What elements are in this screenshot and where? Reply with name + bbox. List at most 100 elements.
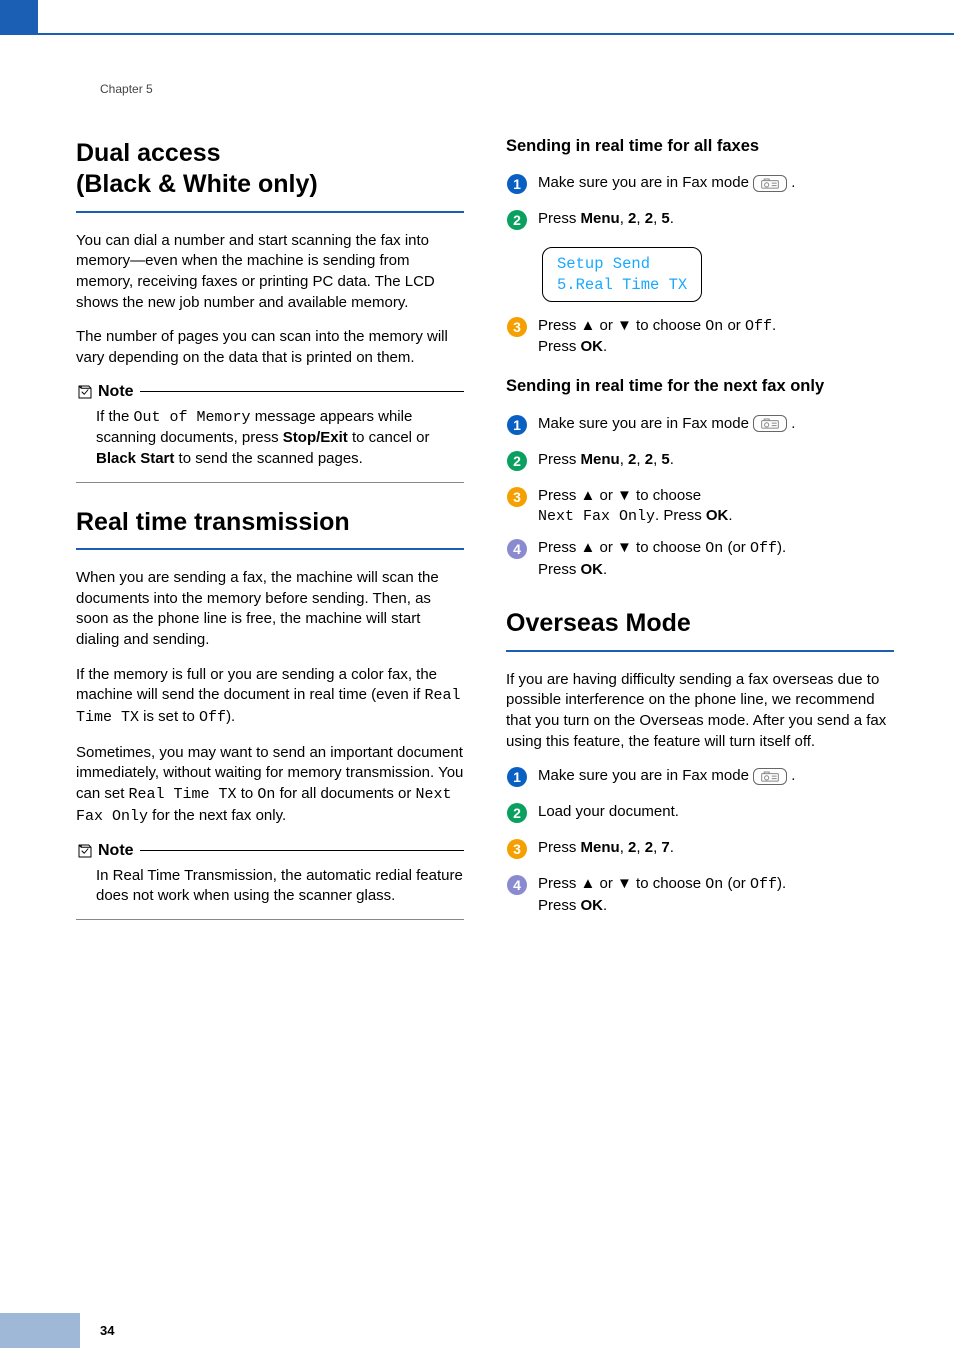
- step-b4: 4 Press ▲ or ▼ to choose On (or Off).Pre…: [506, 538, 894, 580]
- step-3: 3 Press ▲ or ▼ to choose On or Off.Press…: [506, 316, 894, 358]
- note-icon: [76, 383, 94, 401]
- step-b3: 3 Press ▲ or ▼ to choose Next Fax Only. …: [506, 486, 894, 528]
- step-marker-3: 3: [506, 486, 528, 528]
- rt-p2-a: If the memory is full or you are sending…: [76, 666, 437, 704]
- step-2: 2 Press Menu, 2, 2, 5.: [506, 209, 894, 235]
- step-b2: 2 Press Menu, 2, 2, 5.: [506, 450, 894, 476]
- step-marker-2: 2: [506, 209, 528, 235]
- note-out-of-memory: Note If the Out of Memory message appear…: [76, 383, 464, 483]
- page-number: 34: [100, 1323, 114, 1338]
- step-b1: 1 Make sure you are in Fax mode .: [506, 414, 894, 440]
- s2-4mid: (or: [723, 539, 750, 556]
- note-text3: to cancel or: [348, 429, 430, 446]
- bottom-accent-bar: [0, 1313, 80, 1348]
- note-bold2: Black Start: [96, 450, 174, 467]
- svg-text:1: 1: [513, 417, 521, 433]
- rt-p2-c: ).: [226, 708, 235, 725]
- svg-text:3: 3: [513, 319, 521, 335]
- note-text: If the: [96, 408, 134, 425]
- rt-p3-m1: Real Time TX: [129, 786, 237, 803]
- s3-4end: .: [603, 897, 607, 914]
- s1-3a: Press ▲ or ▼ to choose: [538, 317, 705, 334]
- s3-1-text: Make sure you are in Fax mode: [538, 767, 753, 784]
- note-text4: to send the scanned pages.: [174, 450, 362, 467]
- chapter-label: Chapter 5: [100, 82, 153, 96]
- realtime-para2: If the memory is full or you are sending…: [76, 665, 464, 729]
- step-c2: 2 Load your document.: [506, 802, 894, 828]
- svg-text:4: 4: [513, 541, 521, 557]
- sub-all-faxes: Sending in real time for all faxes: [506, 136, 894, 157]
- section-dual-access-heading: Dual access (Black & White only): [76, 130, 464, 213]
- s2-4ok: OK: [581, 561, 604, 578]
- s3-3c: , 2, 2, 7.: [620, 839, 674, 856]
- s2-4m1: On: [705, 540, 723, 557]
- s1-2c: , 2, 2, 5.: [620, 210, 674, 227]
- content-area: Dual access (Black & White only) You can…: [76, 130, 894, 936]
- step-marker-1: 1: [506, 173, 528, 199]
- s1-2a: Press: [538, 210, 581, 227]
- s3-3a: Press: [538, 839, 581, 856]
- rt-p2-b: is set to: [139, 708, 199, 725]
- fax-mode-button[interactable]: [753, 768, 787, 785]
- s3-4m1: On: [705, 876, 723, 893]
- right-column: Sending in real time for all faxes 1 Mak…: [506, 130, 894, 936]
- note-body2: In Real Time Transmission, the automatic…: [76, 866, 464, 920]
- note-bold1: Stop/Exit: [283, 429, 348, 446]
- note-real-time: Note In Real Time Transmission, the auto…: [76, 842, 464, 920]
- svg-text:3: 3: [513, 841, 521, 857]
- s1-3m1: On: [705, 318, 723, 335]
- step-marker-4: 4: [506, 874, 528, 916]
- sub-next-fax: Sending in real time for the next fax on…: [506, 376, 894, 397]
- note-label: Note: [98, 842, 134, 860]
- s1-3mid: or: [723, 317, 745, 334]
- s2-3mid: . Press: [655, 507, 706, 524]
- dual-access-para1: You can dial a number and start scanning…: [76, 231, 464, 314]
- step-marker-2: 2: [506, 450, 528, 476]
- svg-text:4: 4: [513, 877, 521, 893]
- section-overseas-heading: Overseas Mode: [506, 600, 894, 651]
- svg-text:3: 3: [513, 489, 521, 505]
- step-marker-3: 3: [506, 838, 528, 864]
- s2-3ok: OK: [706, 507, 729, 524]
- s3-4m2: Off: [750, 876, 777, 893]
- left-accent-bar: [0, 0, 38, 35]
- step-marker-1: 1: [506, 414, 528, 440]
- rt-p3-c: for all documents or: [275, 785, 415, 802]
- svg-text:2: 2: [513, 453, 521, 469]
- step-1: 1 Make sure you are in Fax mode .: [506, 173, 894, 199]
- dual-access-para2: The number of pages you can scan into th…: [76, 327, 464, 368]
- top-rule: [38, 33, 954, 35]
- section-real-time-heading: Real time transmission: [76, 499, 464, 550]
- s3-4ok: OK: [581, 897, 604, 914]
- step-marker-2: 2: [506, 802, 528, 828]
- period: .: [787, 174, 795, 191]
- s1-3ok: OK: [581, 338, 604, 355]
- s2-3m: Next Fax Only: [538, 508, 655, 525]
- period: .: [787, 415, 795, 432]
- s1-3m2: Off: [745, 318, 772, 335]
- note-label: Note: [98, 383, 134, 401]
- note-body: If the Out of Memory message appears whi…: [76, 407, 464, 483]
- fax-mode-button[interactable]: [753, 415, 787, 432]
- left-column: Dual access (Black & White only) You can…: [76, 130, 464, 936]
- lcd-display: Setup Send 5.Real Time TX: [542, 247, 702, 301]
- step-c3: 3 Press Menu, 2, 2, 7.: [506, 838, 894, 864]
- note-mono: Out of Memory: [134, 409, 251, 426]
- s2-1-text: Make sure you are in Fax mode: [538, 415, 753, 432]
- realtime-para1: When you are sending a fax, the machine …: [76, 568, 464, 651]
- s2-4end: .: [603, 561, 607, 578]
- rt-p2-m2: Off: [199, 709, 226, 726]
- rt-p3-d: for the next fax only.: [148, 807, 286, 824]
- overseas-para1: If you are having difficulty sending a f…: [506, 670, 894, 753]
- s2-2a: Press: [538, 451, 581, 468]
- s2-4a: Press ▲ or ▼ to choose: [538, 539, 705, 556]
- step-c1: 1 Make sure you are in Fax mode .: [506, 766, 894, 792]
- svg-text:1: 1: [513, 769, 521, 785]
- step1-text: Make sure you are in Fax mode: [538, 174, 753, 191]
- step-marker-1: 1: [506, 766, 528, 792]
- realtime-para3: Sometimes, you may want to send an impor…: [76, 743, 464, 828]
- step-marker-4: 4: [506, 538, 528, 580]
- s3-4a: Press ▲ or ▼ to choose: [538, 875, 705, 892]
- s1-3end: .: [603, 338, 607, 355]
- fax-mode-button[interactable]: [753, 175, 787, 192]
